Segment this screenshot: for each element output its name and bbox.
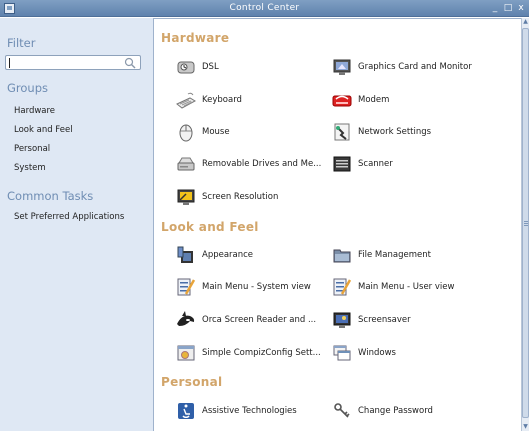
common-tasks-heading: Common Tasks (7, 189, 94, 203)
item-label: Orca Screen Reader and ... (202, 315, 317, 325)
item-label: Network Settings (358, 127, 432, 137)
search-input[interactable] (5, 55, 141, 70)
appearance-icon (177, 246, 193, 263)
item-network-settings[interactable]: Network Settings (332, 121, 431, 143)
item-label: Assistive Technologies (202, 406, 297, 416)
minimize-button[interactable]: _ (490, 2, 500, 14)
windows-icon (333, 345, 351, 361)
close-button[interactable]: x (516, 2, 526, 14)
item-label: Screen Resolution (202, 192, 279, 202)
scroll-up-icon[interactable]: ▲ (522, 18, 529, 26)
dsl-icon (177, 61, 195, 74)
section-hardware-title: Hardware (161, 31, 230, 45)
item-keyboard[interactable]: Keyboard (176, 89, 242, 111)
item-graphics-card-and-monitor[interactable]: Graphics Card and Monitor (332, 56, 472, 78)
item-label: File Management (358, 250, 431, 260)
network-icon (334, 123, 350, 141)
item-screensaver[interactable]: Screensaver (332, 309, 411, 331)
keys-icon (334, 403, 350, 418)
item-label: Appearance (202, 250, 254, 260)
item-label: Windows (358, 348, 396, 358)
task-set-preferred-applications[interactable]: Set Preferred Applications (14, 212, 124, 222)
item-main-menu-user-view[interactable]: Main Menu - User view (332, 276, 454, 298)
item-label: Scanner (358, 159, 393, 169)
item-label: Change Password (358, 406, 433, 416)
item-label: Simple CompizConfig Sett... (202, 348, 321, 358)
item-label: Mouse (202, 127, 230, 137)
maximize-button[interactable]: □ (503, 2, 513, 14)
item-change-password[interactable]: Change Password (332, 400, 433, 422)
monitor-icon (333, 59, 351, 75)
search-icon[interactable] (124, 57, 136, 69)
scrollbar-grip (524, 221, 528, 222)
item-removable-drives[interactable]: Removable Drives and Me... (176, 153, 321, 175)
item-label: Graphics Card and Monitor (358, 62, 472, 72)
text-cursor (9, 58, 10, 68)
keyboard-icon (176, 92, 196, 109)
screensaver-icon (333, 312, 351, 328)
scrollbar-thumb[interactable] (522, 28, 529, 418)
vertical-scrollbar[interactable]: ▲ ▼ (521, 18, 529, 431)
drive-icon (177, 157, 195, 171)
item-label: Main Menu - System view (202, 282, 311, 292)
modem-icon (332, 95, 352, 107)
item-screen-resolution[interactable]: Screen Resolution (176, 186, 278, 208)
item-mouse[interactable]: Mouse (176, 121, 230, 143)
orca-icon (177, 311, 195, 326)
scanner-icon (333, 156, 351, 172)
compiz-icon (177, 345, 195, 361)
window-titlebar[interactable]: Control Center _ □ x (0, 0, 529, 17)
item-label: Main Menu - User view (358, 282, 455, 292)
sidebar: Filter Groups Hardware Look and Feel Per… (0, 18, 153, 431)
item-scanner[interactable]: Scanner (332, 153, 393, 175)
section-personal-title: Personal (161, 375, 223, 389)
item-label: DSL (202, 62, 219, 72)
item-label: Removable Drives and Me... (202, 159, 322, 169)
folder-icon (333, 249, 351, 263)
item-assistive-technologies[interactable]: Assistive Technologies (176, 400, 297, 422)
item-label: Modem (358, 95, 390, 105)
item-simple-compizconfig[interactable]: Simple CompizConfig Sett... (176, 342, 321, 364)
accessibility-icon (178, 403, 194, 419)
item-orca-screen-reader[interactable]: Orca Screen Reader and ... (176, 309, 316, 331)
group-hardware[interactable]: Hardware (14, 106, 55, 116)
menu-editor-icon (177, 278, 196, 296)
item-main-menu-system-view[interactable]: Main Menu - System view (176, 276, 311, 298)
item-modem[interactable]: Modem (332, 89, 389, 111)
item-label: Screensaver (358, 315, 411, 325)
item-dsl[interactable]: DSL (176, 56, 219, 78)
screen-resolution-icon (177, 189, 195, 205)
item-appearance[interactable]: Appearance (176, 244, 253, 266)
menu-editor-icon (333, 278, 352, 296)
item-label: Keyboard (202, 95, 242, 105)
window-title: Control Center (229, 3, 300, 13)
control-center-panel: Hardware DSL Graphics Card and Monitor K… (153, 18, 521, 431)
section-look-and-feel-title: Look and Feel (161, 220, 259, 234)
item-windows[interactable]: Windows (332, 342, 396, 364)
group-look-and-feel[interactable]: Look and Feel (14, 125, 73, 135)
mouse-icon (179, 124, 193, 142)
groups-heading: Groups (7, 81, 49, 95)
filter-heading: Filter (7, 36, 36, 50)
item-file-management[interactable]: File Management (332, 244, 431, 266)
group-personal[interactable]: Personal (14, 144, 50, 154)
group-system[interactable]: System (14, 163, 46, 173)
scroll-down-icon[interactable]: ▼ (522, 423, 529, 431)
